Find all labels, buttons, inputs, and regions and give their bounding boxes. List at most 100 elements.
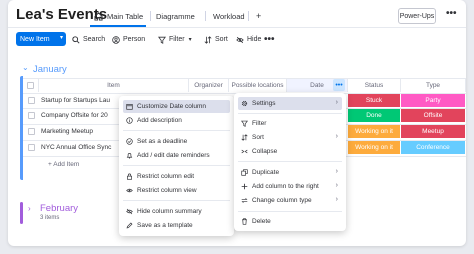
type-cell[interactable]: Offsite bbox=[401, 109, 465, 122]
add-item-button[interactable]: + Add Item bbox=[48, 161, 79, 168]
check-circle-icon bbox=[126, 138, 133, 145]
tab-diagramme[interactable]: Diagramme bbox=[156, 8, 195, 24]
eye-icon bbox=[126, 188, 133, 193]
search-label: Search bbox=[83, 36, 106, 43]
chevron-right-icon: › bbox=[335, 99, 338, 106]
sort-icon bbox=[204, 35, 212, 44]
menu-item-label: Restrict column edit bbox=[137, 173, 195, 180]
menu-delete[interactable]: Delete bbox=[238, 215, 342, 228]
home-icon bbox=[94, 11, 103, 21]
menu-divider bbox=[123, 200, 230, 201]
status-cell[interactable]: Done bbox=[348, 109, 400, 122]
column-header-locations[interactable]: Possible locations bbox=[229, 78, 287, 92]
sort-button[interactable]: Sort bbox=[204, 33, 228, 46]
menu-collapse[interactable]: Collapse bbox=[238, 145, 342, 158]
menu-restrict-view[interactable]: Restrict column view bbox=[123, 184, 230, 197]
menu-divider bbox=[123, 165, 230, 166]
type-cell[interactable]: Party bbox=[401, 94, 465, 107]
menu-item-label: Add / edit date reminders bbox=[137, 152, 210, 159]
filter-icon bbox=[158, 36, 166, 44]
group-color-bar bbox=[20, 202, 23, 224]
tab-divider bbox=[205, 11, 206, 21]
status-cell[interactable]: Working on it bbox=[348, 125, 400, 138]
hide-eye-icon bbox=[126, 208, 133, 215]
person-icon bbox=[112, 35, 120, 44]
person-label: Person bbox=[123, 36, 146, 43]
menu-sort[interactable]: Sort › bbox=[238, 131, 342, 144]
date-column-menu-button[interactable]: ••• bbox=[333, 79, 345, 91]
type-cell[interactable]: Conference bbox=[401, 141, 465, 154]
menu-item-label: Hide column summary bbox=[137, 208, 202, 215]
menu-divider bbox=[123, 130, 230, 131]
chevron-down-icon: ▾ bbox=[188, 37, 192, 43]
collapse-icon bbox=[241, 149, 248, 154]
menu-date-reminders[interactable]: Add / edit date reminders bbox=[123, 149, 230, 162]
chevron-right-icon: › bbox=[335, 196, 338, 203]
menu-restrict-edit[interactable]: Restrict column edit bbox=[123, 170, 230, 183]
board-more-button[interactable]: ••• bbox=[446, 8, 457, 19]
select-all-checkbox[interactable] bbox=[27, 82, 34, 89]
column-header-item[interactable]: Item bbox=[39, 78, 189, 92]
item-name[interactable]: Marketing Meetup bbox=[41, 128, 93, 135]
tab-workload-label: Workload bbox=[213, 11, 245, 21]
menu-divider bbox=[238, 211, 342, 212]
search-icon bbox=[72, 35, 80, 44]
tab-divider bbox=[248, 11, 249, 21]
search-button[interactable]: Search bbox=[72, 33, 105, 46]
row-checkbox[interactable] bbox=[28, 112, 35, 119]
menu-item-label: Collapse bbox=[252, 148, 278, 155]
row-checkbox[interactable] bbox=[28, 144, 35, 151]
chevron-right-icon[interactable]: › bbox=[28, 204, 31, 213]
filter-button[interactable]: Filter ▾ bbox=[158, 33, 192, 46]
status-cell[interactable]: Stuck bbox=[348, 94, 400, 107]
tab-main-table[interactable]: Main Table bbox=[94, 8, 143, 24]
tab-workload[interactable]: Workload bbox=[213, 8, 245, 24]
person-filter-button[interactable]: Person bbox=[112, 33, 145, 46]
menu-change-column-type[interactable]: Change column type › bbox=[238, 194, 342, 207]
select-all-cell bbox=[23, 78, 39, 92]
hide-label: Hide bbox=[247, 36, 262, 43]
swap-icon bbox=[241, 198, 248, 203]
menu-item-label: Customize Date column bbox=[137, 103, 206, 110]
tab-divider bbox=[150, 11, 151, 21]
menu-item-label: Add description bbox=[137, 117, 182, 124]
hide-button[interactable]: Hide bbox=[236, 33, 261, 46]
menu-add-column-right[interactable]: Add column to the right › bbox=[238, 180, 342, 193]
menu-settings[interactable]: Settings › bbox=[238, 97, 342, 110]
add-view-button[interactable]: + bbox=[256, 8, 261, 24]
group-title-february[interactable]: February bbox=[40, 203, 78, 214]
board-header: Lea's Events Main Table Diagramme Worklo… bbox=[8, 0, 466, 30]
tab-main-table-label: Main Table bbox=[107, 11, 144, 21]
menu-customize-date-column[interactable]: Customize Date column bbox=[123, 100, 230, 113]
item-name[interactable]: Company Offsite for 20 bbox=[41, 112, 108, 119]
chevron-down-icon[interactable]: ▾ bbox=[60, 34, 63, 41]
chevron-down-icon[interactable]: ⌄ bbox=[22, 63, 29, 72]
new-item-button[interactable]: New Item ▾ bbox=[16, 32, 66, 46]
row-checkbox[interactable] bbox=[28, 97, 35, 104]
header-divider bbox=[8, 27, 466, 28]
type-cell[interactable]: Meetup bbox=[401, 125, 465, 138]
chevron-right-icon: › bbox=[335, 168, 338, 175]
row-checkbox[interactable] bbox=[28, 128, 35, 135]
status-cell[interactable]: Working on it bbox=[348, 141, 400, 154]
menu-duplicate[interactable]: Duplicate › bbox=[238, 166, 342, 179]
menu-hide-summary[interactable]: Hide column summary bbox=[123, 205, 230, 218]
column-header-status[interactable]: Status bbox=[348, 78, 401, 92]
menu-save-template[interactable]: Save as a template bbox=[123, 219, 230, 232]
item-name[interactable]: Startup for Startups Lau bbox=[41, 97, 110, 104]
item-name[interactable]: NYC Annual Office Sync bbox=[41, 144, 111, 151]
menu-item-label: Filter bbox=[252, 120, 267, 127]
menu-item-label: Settings bbox=[252, 100, 276, 107]
duplicate-icon bbox=[241, 169, 248, 176]
menu-filter[interactable]: Filter bbox=[238, 117, 342, 130]
column-header-type[interactable]: Type bbox=[401, 78, 466, 92]
group-title-january[interactable]: January bbox=[33, 64, 67, 75]
menu-add-description[interactable]: Add description bbox=[123, 114, 230, 127]
power-ups-button[interactable]: Power-Ups bbox=[398, 8, 436, 24]
new-item-label: New Item bbox=[20, 35, 50, 43]
column-header-organizer[interactable]: Organizer bbox=[189, 78, 229, 92]
filter-icon bbox=[241, 120, 248, 127]
menu-set-deadline[interactable]: Set as a deadline bbox=[123, 135, 230, 148]
date-column-menu: Customize Date column Add description Se… bbox=[119, 96, 234, 236]
toolbar-more-button[interactable]: ••• bbox=[264, 33, 275, 46]
